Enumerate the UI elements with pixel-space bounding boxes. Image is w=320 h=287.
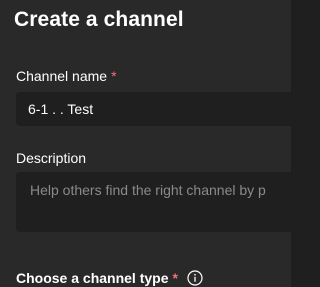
info-icon[interactable] bbox=[187, 270, 203, 286]
dialog-title: Create a channel bbox=[14, 8, 184, 31]
channel-type-label-text: Choose a channel type bbox=[16, 270, 169, 286]
required-asterisk: * bbox=[172, 270, 178, 286]
channel-name-label-text: Channel name bbox=[16, 68, 108, 84]
channel-name-input[interactable] bbox=[16, 92, 291, 126]
create-channel-dialog: Create a channel Channel name* Descripti… bbox=[0, 0, 291, 287]
channel-name-label: Channel name * bbox=[16, 68, 117, 84]
description-input[interactable] bbox=[16, 172, 291, 232]
description-label: Description bbox=[16, 150, 87, 166]
required-asterisk: * bbox=[111, 68, 117, 84]
channel-type-label: Choose a channel type * bbox=[16, 270, 203, 286]
